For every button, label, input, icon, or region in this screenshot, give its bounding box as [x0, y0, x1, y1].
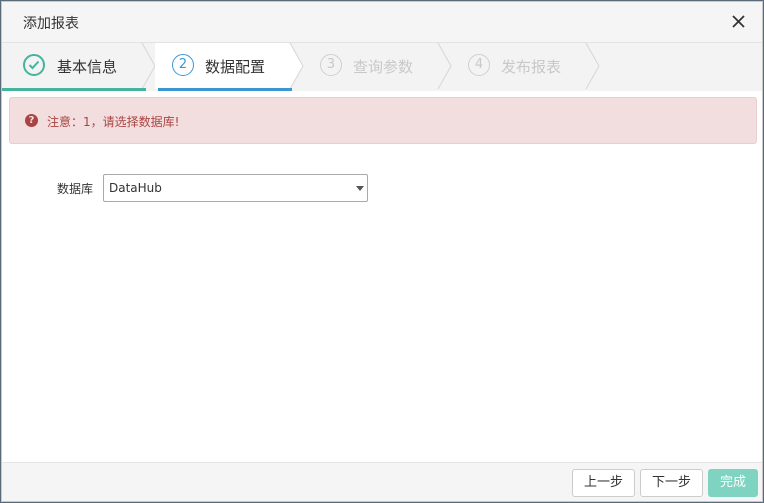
- step-basic-info[interactable]: 基本信息: [2, 43, 152, 89]
- add-report-dialog: 添加报表 基本信息 2 数据配置 3 查询参数 4 发布报表 ? 注意：1，请选…: [1, 1, 763, 502]
- check-icon: [23, 54, 45, 76]
- database-select-value: DataHub: [109, 181, 162, 195]
- dialog-title-bar: 添加报表: [2, 2, 762, 43]
- step-number: 2: [172, 54, 194, 76]
- step-number: 3: [320, 54, 342, 76]
- finish-button[interactable]: 完成: [708, 469, 758, 497]
- wizard-steps: 基本信息 2 数据配置 3 查询参数 4 发布报表: [2, 43, 762, 91]
- chevron-down-icon: [356, 186, 364, 191]
- alert-message: 注意：1，请选择数据库!: [47, 115, 180, 129]
- question-icon: ?: [25, 114, 38, 127]
- close-icon: [732, 15, 745, 28]
- close-button[interactable]: [728, 10, 750, 32]
- database-select[interactable]: DataHub: [103, 174, 368, 202]
- step-number: 4: [468, 54, 490, 76]
- step-label: 查询参数: [353, 58, 414, 76]
- step-data-config[interactable]: 2 数据配置: [152, 43, 302, 89]
- database-label: 数据库: [57, 182, 94, 196]
- step-label: 基本信息: [57, 58, 118, 76]
- step-label: 数据配置: [205, 58, 266, 76]
- step-label: 发布报表: [501, 58, 562, 76]
- dialog-footer: 上一步 下一步 完成: [2, 462, 762, 501]
- prev-step-button[interactable]: 上一步: [572, 469, 635, 497]
- dialog-title: 添加报表: [23, 16, 79, 32]
- step-query-params[interactable]: 3 查询参数: [300, 43, 450, 89]
- next-step-button[interactable]: 下一步: [640, 469, 703, 497]
- error-alert: ? 注意：1，请选择数据库!: [9, 97, 757, 144]
- step-publish-report[interactable]: 4 发布报表: [448, 43, 598, 89]
- active-step-underline: [158, 88, 292, 91]
- step-1-underline: [2, 88, 146, 91]
